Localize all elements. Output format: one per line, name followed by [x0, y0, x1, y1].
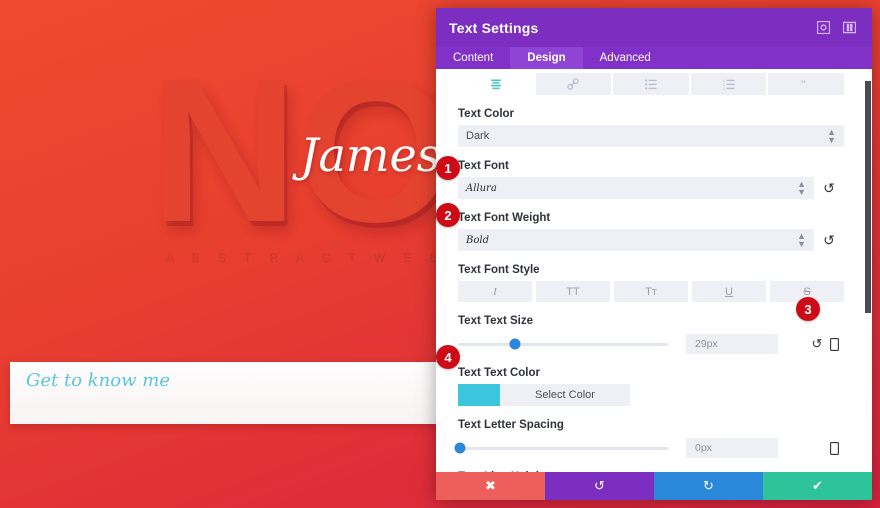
- reset-text-font-weight-icon[interactable]: ↺: [814, 232, 844, 249]
- reset-text-text-size-icon[interactable]: ↺: [810, 336, 824, 352]
- modal-footer: ✖ ↺ ↻ ✔: [436, 472, 872, 500]
- layout-columns-icon[interactable]: [839, 18, 859, 38]
- chevron-updown-icon: ▲ ▼: [797, 179, 806, 197]
- text-text-size-controls: ↺: [788, 336, 844, 352]
- text-font-value: Allura: [466, 182, 497, 194]
- unordered-list-icon[interactable]: [613, 73, 691, 95]
- slider-knob[interactable]: [454, 442, 466, 454]
- text-font-row: Allura ▲ ▼ ↺: [458, 177, 844, 199]
- callout-badge-4: 4: [436, 345, 460, 369]
- style-underline-button[interactable]: U: [692, 281, 766, 302]
- chevron-updown-icon: ▲ ▼: [797, 231, 806, 249]
- svg-text:3: 3: [723, 87, 725, 90]
- select-color-button[interactable]: Select Color: [500, 384, 630, 406]
- text-text-size-value[interactable]: 29px: [686, 334, 778, 354]
- reset-text-font-icon[interactable]: ↺: [814, 180, 844, 197]
- text-settings-modal: Text Settings Content Design Advanced 1 …: [436, 8, 872, 500]
- text-font-weight-row: Bold ▲ ▼ ↺: [458, 229, 844, 251]
- text-letter-spacing-controls: [788, 441, 844, 455]
- tab-content[interactable]: Content: [436, 47, 510, 69]
- text-font-weight-select[interactable]: Bold ▲ ▼: [458, 229, 814, 251]
- callout-badge-2: 2: [436, 203, 460, 227]
- cancel-button[interactable]: ✖: [436, 472, 545, 500]
- text-font-weight-value: Bold: [466, 234, 489, 246]
- slider-knob[interactable]: [509, 338, 521, 350]
- label-text-font-style: Text Font Style: [458, 264, 540, 276]
- link-icon[interactable]: [535, 73, 614, 95]
- color-swatch[interactable]: [458, 384, 500, 406]
- redo-button[interactable]: ↻: [654, 472, 763, 500]
- style-italic-button[interactable]: I: [458, 281, 532, 302]
- text-color-value: Dark: [466, 130, 490, 142]
- tab-design[interactable]: Design: [510, 47, 583, 69]
- text-color-select[interactable]: Dark ▲ ▼: [458, 125, 844, 147]
- style-uppercase-button[interactable]: TT: [536, 281, 610, 302]
- scrollbar-track[interactable]: [864, 69, 872, 472]
- format-toolbar: 1 2 3 ”: [458, 73, 844, 95]
- text-text-color-row: Select Color: [458, 384, 844, 406]
- text-font-select[interactable]: Allura ▲ ▼: [458, 177, 814, 199]
- text-letter-spacing-row: 0px: [454, 438, 844, 458]
- modal-title: Text Settings: [449, 19, 539, 36]
- save-button[interactable]: ✔: [763, 472, 872, 500]
- callout-badge-3: 3: [796, 297, 820, 321]
- align-icon[interactable]: [458, 73, 536, 95]
- text-text-size-slider[interactable]: [458, 336, 686, 352]
- fullscreen-icon[interactable]: [813, 18, 833, 38]
- label-text-color: Text Color: [458, 108, 515, 120]
- intro-text-heading: Get to know me: [26, 370, 170, 391]
- label-text-text-size: Text Text Size: [458, 315, 533, 327]
- undo-button[interactable]: ↺: [545, 472, 654, 500]
- style-smallcaps-button[interactable]: Tᴛ: [614, 281, 688, 302]
- chevron-updown-icon: ▲ ▼: [827, 127, 836, 145]
- responsive-device-icon[interactable]: [830, 441, 844, 455]
- hero-subtitle: A B S T R A C T W E B D: [165, 250, 472, 264]
- callout-badge-1: 1: [436, 156, 460, 180]
- slider-track: [458, 342, 668, 346]
- slider-track: [458, 446, 668, 450]
- label-text-line-height: Text Line Height: [458, 471, 844, 472]
- hero-script-name: James: [300, 128, 441, 182]
- text-letter-spacing-value[interactable]: 0px: [686, 438, 778, 458]
- label-text-font-weight: Text Font Weight: [458, 212, 551, 224]
- label-text-letter-spacing: Text Letter Spacing: [458, 419, 564, 431]
- modal-body: 1 2 3 ” Text Color Dark ▲ ▼ Text Font Al…: [436, 69, 872, 472]
- label-text-font: Text Font: [458, 160, 509, 172]
- modal-header: Text Settings: [436, 8, 872, 47]
- blockquote-icon[interactable]: ”: [768, 73, 844, 95]
- modal-tabs: Content Design Advanced: [436, 47, 872, 69]
- settings-scroll-area: 1 2 3 ” Text Color Dark ▲ ▼ Text Font Al…: [436, 69, 866, 472]
- svg-text:”: ”: [801, 79, 806, 90]
- text-text-size-row: 29px ↺: [458, 334, 844, 354]
- responsive-device-icon[interactable]: [830, 337, 844, 351]
- tab-advanced[interactable]: Advanced: [583, 47, 668, 69]
- text-letter-spacing-slider[interactable]: [454, 440, 686, 456]
- scrollbar-thumb[interactable]: [865, 81, 871, 313]
- ordered-list-icon[interactable]: 1 2 3: [690, 73, 769, 95]
- text-font-style-buttons: I TT Tᴛ U S: [458, 281, 844, 302]
- label-text-text-color: Text Text Color: [458, 367, 540, 379]
